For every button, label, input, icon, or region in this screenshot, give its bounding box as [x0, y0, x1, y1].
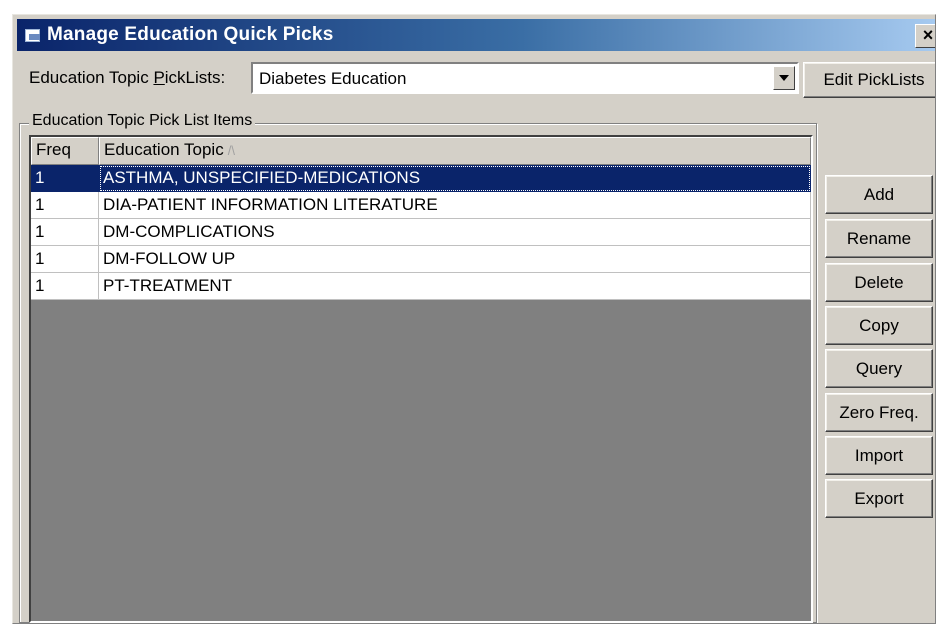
picklist-label: Education Topic PickLists: — [29, 68, 226, 87]
close-button[interactable]: × — [915, 24, 935, 48]
chevron-down-icon — [779, 75, 789, 81]
window-title: Manage Education Quick Picks — [47, 24, 334, 45]
table-row[interactable]: 1 DM-COMPLICATIONS — [31, 219, 811, 246]
table-row[interactable]: 1 ASTHMA, UNSPECIFIED-MEDICATIONS — [31, 165, 811, 192]
delete-button[interactable]: Delete — [825, 263, 933, 302]
freq-cell: 1 — [31, 273, 99, 300]
add-button[interactable]: Add — [825, 175, 933, 214]
query-button[interactable]: Query — [825, 349, 933, 388]
education-topic-cell: ASTHMA, UNSPECIFIED-MEDICATIONS — [99, 165, 811, 192]
sort-ascending-icon: /\ — [227, 143, 235, 158]
grid-header: Freq Education Topic/\ — [31, 137, 811, 165]
table-row[interactable]: 1 DIA-PATIENT INFORMATION LITERATURE — [31, 192, 811, 219]
dropdown-arrow-button[interactable] — [773, 66, 795, 90]
rename-button[interactable]: Rename — [825, 219, 933, 258]
group-legend: Education Topic Pick List Items — [29, 112, 256, 130]
picklist-dropdown[interactable]: Diabetes Education — [251, 62, 799, 94]
freq-cell: 1 — [31, 192, 99, 219]
education-topic-cell: PT-TREATMENT — [99, 273, 811, 300]
freq-cell: 1 — [31, 165, 99, 192]
education-topic-cell: DM-FOLLOW UP — [99, 246, 811, 273]
title-bar[interactable]: Manage Education Quick Picks × — [17, 19, 935, 51]
zero-freq-button[interactable]: Zero Freq. — [825, 393, 933, 432]
education-topic-cell: DM-COMPLICATIONS — [99, 219, 811, 246]
freq-cell: 1 — [31, 219, 99, 246]
copy-button[interactable]: Copy — [825, 306, 933, 345]
app-icon — [23, 27, 43, 43]
topics-grid[interactable]: Freq Education Topic/\ 1 ASTHMA, UNSPECIF… — [29, 135, 813, 623]
import-button[interactable]: Import — [825, 436, 933, 475]
picklist-selected-value: Diabetes Education — [259, 69, 407, 88]
column-header-education-topic[interactable]: Education Topic/\ — [99, 137, 811, 165]
export-button[interactable]: Export — [825, 479, 933, 518]
edit-picklists-button[interactable]: Edit PickLists — [803, 62, 935, 98]
table-row[interactable]: 1 DM-FOLLOW UP — [31, 246, 811, 273]
freq-cell: 1 — [31, 246, 99, 273]
education-topic-cell: DIA-PATIENT INFORMATION LITERATURE — [99, 192, 811, 219]
column-header-freq[interactable]: Freq — [31, 137, 99, 165]
dialog-window: Manage Education Quick Picks × Education… — [12, 14, 936, 624]
table-row[interactable]: 1 PT-TREATMENT — [31, 273, 811, 300]
